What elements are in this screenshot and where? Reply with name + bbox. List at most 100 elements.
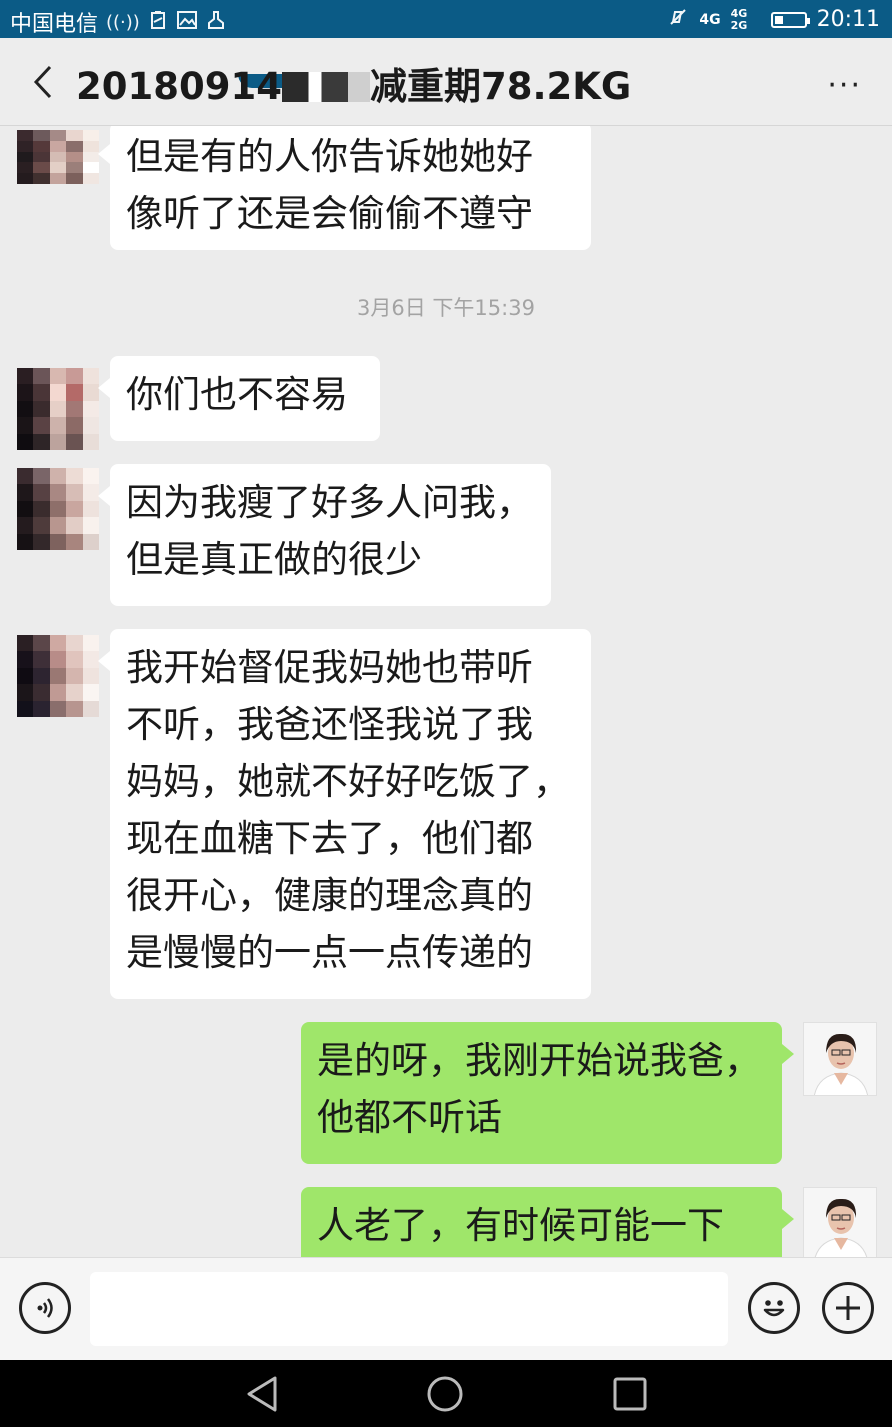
avatar-pixel [66,700,83,717]
avatar-pixel [17,433,34,450]
chevron-left-icon [33,65,52,99]
avatar-pixel [33,500,50,518]
avatar-pixel [49,651,67,668]
avatar-pixel [66,484,83,501]
clock: 20:11 [816,7,880,32]
avatar-pixel [82,484,99,501]
avatar-pixel [49,468,67,485]
message-text: 是慢慢的一点一点传递的 [126,931,533,974]
avatar-pixel [17,400,34,418]
more-options-button[interactable]: ··· [827,68,862,103]
doctor-avatar-icon [804,1023,876,1095]
avatar-pixel [66,635,83,652]
avatar-pixel [82,517,99,534]
nav-home-button[interactable] [426,1375,464,1413]
message-text: 但是有的人你告诉她她好 [126,135,533,178]
message-timestamp: 3月6日 下午15:39 [357,296,535,320]
nav-back-button[interactable] [244,1375,280,1413]
avatar-pixel [66,468,83,485]
avatar-pixel [33,684,50,701]
avatar-pixel [17,384,34,401]
back-button[interactable] [22,60,62,104]
avatar-pixel [49,517,67,534]
avatar-pixel [66,130,83,141]
message-bubble-received[interactable]: 你们也不容易 [98,356,380,441]
my-avatar[interactable] [803,1187,877,1257]
mute-icon [667,6,689,33]
emoji-button[interactable] [748,1282,800,1334]
message-text: 很开心，健康的理念真的 [126,874,533,917]
carrier-label: 中国电信 [10,12,99,37]
contact-avatar[interactable] [17,368,99,450]
avatar-pixel [33,140,50,152]
avatar-pixel [66,517,83,534]
my-avatar[interactable] [803,1022,877,1096]
avatar-pixel [66,533,83,550]
avatar-pixel [66,368,83,385]
contact-avatar[interactable] [17,130,99,184]
more-functions-button[interactable] [822,1282,874,1334]
avatar-pixel [49,500,67,518]
doctor-avatar-icon [804,1188,876,1257]
avatar-pixel [82,151,99,163]
avatar-pixel [17,517,34,534]
avatar-pixel [17,417,34,434]
avatar-pixel [82,173,99,184]
avatar-pixel [66,667,83,685]
avatar-pixel [66,651,83,668]
message-list[interactable]: 但是有的人你告诉她她好 像听了还是会偷偷不遵守 3月6日 下午15:39 你们也… [0,126,892,1257]
battery-icon [770,11,810,28]
hotspot-icon: ((·)) [106,11,140,33]
avatar-pixel [33,417,50,434]
contact-avatar[interactable] [17,635,99,717]
contact-avatar[interactable] [17,468,99,550]
message-bubble-sent[interactable]: 人老了，有时候可能一下 [301,1187,794,1257]
chat-title-suffix: 减重期78.2KG [369,65,632,108]
voice-button[interactable] [19,1282,71,1334]
square-recents-icon [613,1377,647,1411]
avatar-pixel [33,533,50,550]
avatar-pixel [49,384,67,401]
avatar-pixel [49,433,67,450]
message-bubble-received[interactable]: 因为我瘦了好多人问我， 但是真正做的很少 [98,464,551,606]
avatar-pixel [82,130,99,141]
avatar-pixel [33,700,50,717]
chat-title-prefix: 20180914 [76,65,282,108]
message-text: 人老了，有时候可能一下 [317,1204,724,1247]
message-bubble-received[interactable]: 但是有的人你告诉她她好 像听了还是会偷偷不遵守 [98,126,591,250]
message-text: 但是真正做的很少 [126,538,422,581]
avatar-pixel [33,173,50,184]
avatar-pixel [49,667,67,685]
avatar-pixel [17,667,34,685]
avatar-pixel [33,368,50,385]
battery-saver-icon [148,10,168,35]
chat-title: 20180914 减重期78.2KG [76,56,631,110]
avatar-pixel [33,384,50,401]
avatar-pixel [66,400,83,418]
cleaner-icon [206,10,226,35]
network-4g-label: 4G [699,11,721,28]
avatar-pixel [66,162,83,174]
message-bubble-received[interactable]: 我开始督促我妈她也带听 不听，我爸还怪我说了我 妈妈，她就不好好吃饭了， 现在血… [98,629,591,999]
avatar-pixel [49,684,67,701]
avatar-pixel [17,162,34,174]
message-text: 你们也不容易 [126,373,348,416]
avatar-pixel [82,162,99,174]
avatar-pixel [82,500,99,518]
avatar-pixel [17,651,34,668]
avatar-pixel [82,700,99,717]
circle-home-icon [427,1376,463,1412]
nav-recents-button[interactable] [612,1376,648,1412]
more-icon: ··· [827,68,862,103]
message-input[interactable] [90,1272,728,1346]
avatar-pixel [17,500,34,518]
avatar-pixel [82,417,99,434]
emoji-icon [763,1300,785,1317]
avatar-pixel [82,651,99,668]
avatar-pixel [33,667,50,685]
message-text: 像听了还是会偷偷不遵守 [126,192,533,235]
gallery-icon [176,10,198,35]
avatar-pixel [49,151,67,163]
message-bubble-sent[interactable]: 是的呀，我刚开始说我爸， 他都不听话 [301,1022,794,1164]
avatar-pixel [33,651,50,668]
